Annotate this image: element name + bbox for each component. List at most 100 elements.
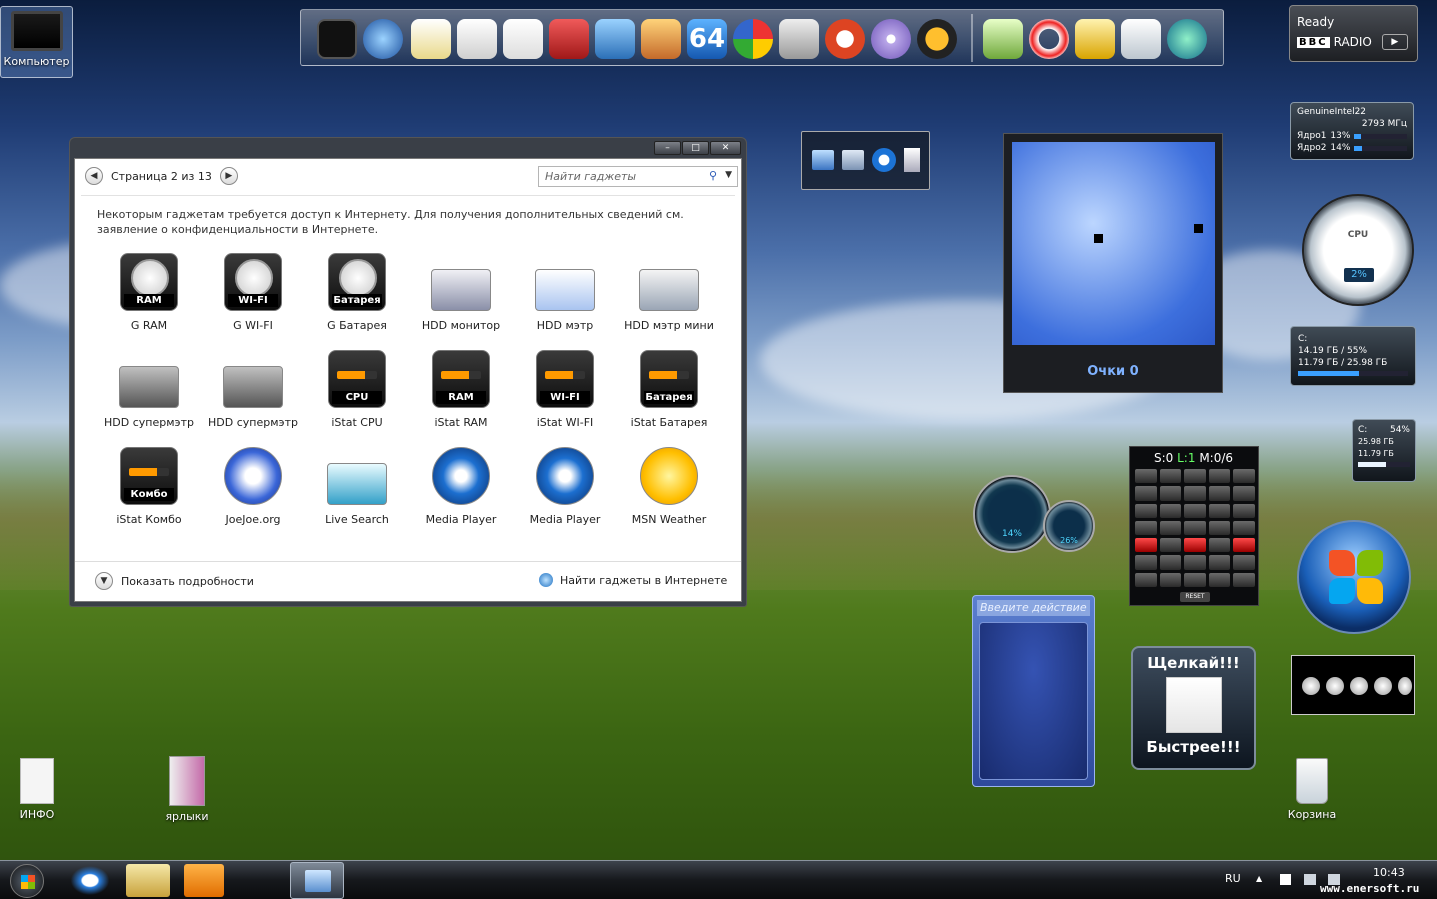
sequencer-cell[interactable] [1233, 486, 1255, 501]
network-icon[interactable] [842, 150, 864, 170]
flag-icon[interactable] [1280, 874, 1291, 885]
sequencer-cell[interactable] [1159, 538, 1182, 553]
recycle-bin-icon[interactable] [1121, 19, 1161, 59]
minimize-button[interactable]: – [654, 141, 681, 155]
sequencer-cell[interactable] [1135, 572, 1157, 587]
aimp-icon[interactable] [917, 19, 957, 59]
sequencer-cell[interactable] [1184, 538, 1206, 553]
sequencer-cell[interactable] [1184, 555, 1206, 570]
sequencer-cell[interactable] [1159, 572, 1182, 587]
bbc-radio-gadget[interactable]: Ready BBC RADIO ▶ [1289, 5, 1418, 62]
monitor-icon[interactable] [317, 19, 357, 59]
gadget-item[interactable]: WI-FI iStat WI-FI [513, 348, 617, 429]
media-icon[interactable] [595, 19, 635, 59]
gadget-item[interactable]: HDD супермэтр [201, 348, 305, 429]
sequencer-cell[interactable] [1159, 486, 1182, 501]
internet-explorer-icon[interactable] [68, 864, 112, 897]
gadget-item[interactable]: RAM iStat RAM [409, 348, 513, 429]
sequencer-cell[interactable] [1159, 520, 1182, 536]
lock-icon[interactable] [1398, 677, 1412, 695]
gadget-item[interactable]: Батарея iStat Батарея [617, 348, 721, 429]
sequencer-cell[interactable] [1159, 469, 1182, 484]
desktop-icon-recycle-bin[interactable]: Корзина [1272, 758, 1352, 821]
sequencer-cell[interactable] [1233, 555, 1255, 570]
desktop-icon-computer[interactable]: Компьютер [0, 6, 73, 78]
sequencer-grid[interactable] [1135, 469, 1255, 587]
start-button[interactable] [10, 864, 44, 898]
sequencer-cell[interactable] [1208, 538, 1231, 553]
globe-icon[interactable] [363, 19, 403, 59]
sequencer-cell[interactable] [1135, 520, 1157, 536]
gadget-item[interactable]: HDD мэтр мини [617, 251, 721, 332]
sequencer-cell[interactable] [1233, 572, 1255, 587]
jet-icon[interactable] [1075, 19, 1115, 59]
recycle-bin-icon[interactable] [904, 148, 920, 172]
gadget-item[interactable]: WI-FI G WI-FI [201, 251, 305, 332]
sleep-icon[interactable] [1326, 677, 1344, 695]
next-page-button[interactable]: ▶ [219, 167, 238, 185]
presentation-icon[interactable] [549, 19, 589, 59]
picasa-icon[interactable] [733, 19, 773, 59]
search-icon[interactable]: ⚲ [709, 169, 717, 182]
gadget-item[interactable]: JoeJoe.org [201, 445, 305, 526]
chevron-down-icon[interactable]: ▼ [95, 572, 113, 590]
sequencer-cell[interactable] [1208, 555, 1231, 570]
number-64-icon[interactable]: 64 [687, 19, 727, 59]
gadget-item[interactable]: Media Player [513, 445, 617, 526]
sequencer-cell[interactable] [1233, 469, 1255, 484]
sequencer-cell[interactable] [1184, 503, 1206, 518]
gadget-item[interactable]: Live Search [305, 445, 409, 526]
show-details-link[interactable]: Показать подробности [121, 575, 254, 588]
desktop-icon-info[interactable]: ИНФО [0, 758, 77, 821]
gadget-item[interactable]: CPU iStat CPU [305, 348, 409, 429]
gadget-gallery-task-button[interactable] [290, 862, 344, 899]
tools-icon[interactable] [779, 19, 819, 59]
gadget-item[interactable]: Комбо iStat Комбо [97, 445, 201, 526]
media-player-icon[interactable] [184, 864, 224, 897]
network-globe-icon[interactable] [1167, 19, 1207, 59]
sequencer-cell[interactable] [1233, 520, 1255, 536]
chevron-up-icon[interactable]: ▲ [1256, 874, 1262, 883]
sequencer-cell[interactable] [1233, 503, 1255, 518]
gadget-item[interactable]: HDD супермэтр [97, 348, 201, 429]
windows-logo-icon[interactable] [1297, 520, 1411, 634]
sequencer-cell[interactable] [1135, 503, 1157, 518]
maximize-button[interactable]: □ [682, 141, 709, 155]
gadget-item[interactable]: Media Player [409, 445, 513, 526]
reset-button[interactable]: RESET [1180, 592, 1210, 602]
ruler-icon[interactable] [411, 19, 451, 59]
desktop-icon-shortcuts[interactable]: ярлыки [147, 756, 227, 823]
sequencer-cell[interactable] [1208, 572, 1231, 587]
sequencer-cell[interactable] [1159, 503, 1182, 518]
ccleaner-icon[interactable] [825, 19, 865, 59]
music-icon[interactable] [457, 19, 497, 59]
lifebuoy-icon[interactable] [1029, 19, 1069, 59]
dots-game-gadget[interactable]: Очки 0 [1003, 133, 1223, 393]
clicker-gadget[interactable]: Щелкай!!! Быстрее!!! [1131, 646, 1256, 770]
disc-icon[interactable] [871, 19, 911, 59]
gadget-item[interactable]: HDD монитор [409, 251, 513, 332]
sequencer-cell[interactable] [1135, 538, 1157, 553]
network-icon[interactable] [1304, 874, 1316, 885]
gadget-search-input[interactable]: Найти гаджеты ⚲ ▼ [538, 166, 738, 187]
sequencer-cell[interactable] [1208, 486, 1231, 501]
sequencer-cell[interactable] [1184, 486, 1206, 501]
chevron-down-icon[interactable]: ▼ [725, 170, 732, 180]
box-icon[interactable] [641, 19, 681, 59]
notepad-icon[interactable] [983, 19, 1023, 59]
gadget-item[interactable]: Батарея G Батарея [305, 251, 409, 332]
gadget-item[interactable]: RAM G RAM [97, 251, 201, 332]
sequencer-cell[interactable] [1184, 469, 1206, 484]
sequencer-cell[interactable] [1208, 469, 1231, 484]
language-indicator[interactable]: RU [1225, 872, 1241, 885]
close-button[interactable]: ✕ [710, 141, 741, 155]
computer-icon[interactable] [812, 150, 834, 170]
sequencer-cell[interactable] [1233, 538, 1255, 553]
switch-user-icon[interactable] [1374, 677, 1392, 695]
file-explorer-icon[interactable] [126, 864, 170, 897]
get-gadgets-online-link[interactable]: Найти гаджеты в Интернете [560, 574, 727, 587]
sequencer-cell[interactable] [1159, 555, 1182, 570]
sequencer-cell[interactable] [1208, 503, 1231, 518]
sequencer-cell[interactable] [1135, 555, 1157, 570]
sequencer-cell[interactable] [1135, 486, 1157, 501]
